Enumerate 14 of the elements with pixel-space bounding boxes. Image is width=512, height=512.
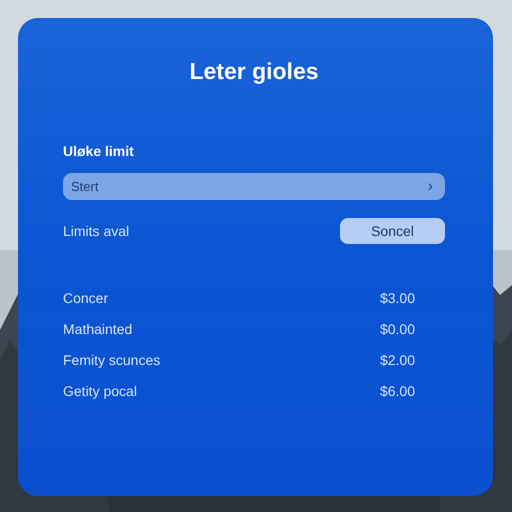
select-field[interactable]: Stert › xyxy=(63,173,445,200)
section-label: Uløke limit xyxy=(63,143,135,159)
item-name: Femity scunces xyxy=(63,352,160,368)
dialog-title: Leter gioles xyxy=(188,58,320,85)
item-name: Mathainted xyxy=(63,321,132,337)
item-amount: $0.00 xyxy=(380,321,415,337)
item-amount: $3.00 xyxy=(380,290,415,306)
action-button[interactable]: Soncel xyxy=(340,218,445,244)
item-name: Getity pocal xyxy=(63,383,137,399)
chevron-icon: › xyxy=(428,178,433,196)
item-name: Concer xyxy=(63,290,108,306)
item-amount: $6.00 xyxy=(380,383,415,399)
item-amount: $2.00 xyxy=(380,352,415,368)
row-label: Limits aval xyxy=(63,223,130,239)
